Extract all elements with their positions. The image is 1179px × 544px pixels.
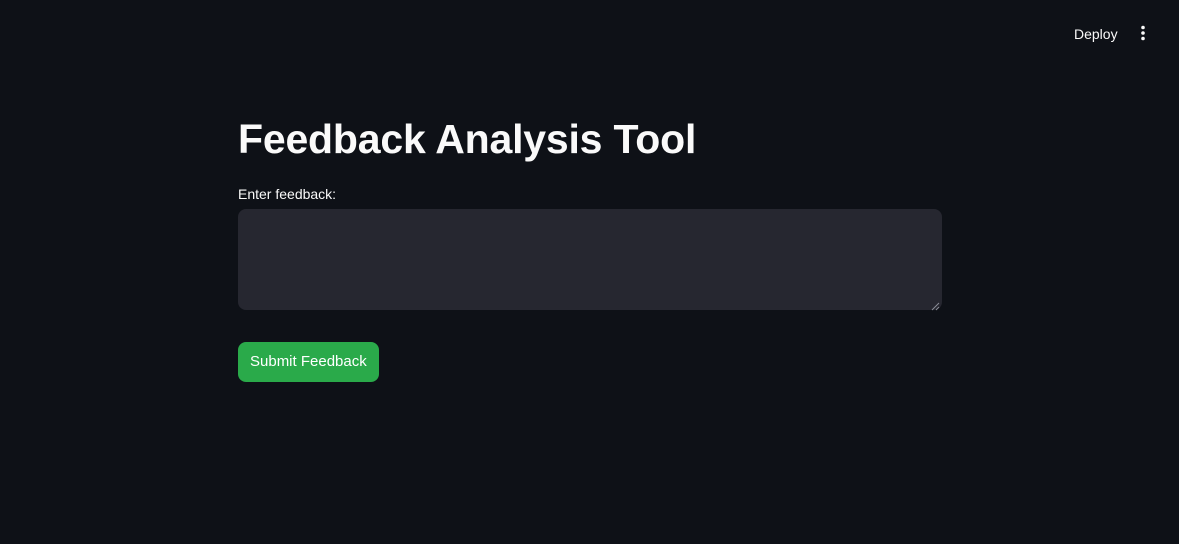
app-header: Deploy <box>0 0 1179 64</box>
feedback-textarea[interactable] <box>238 209 942 310</box>
main-content: Feedback Analysis Tool Enter feedback: S… <box>238 110 942 382</box>
feedback-textarea-container <box>238 209 942 311</box>
submit-feedback-button[interactable]: Submit Feedback <box>238 342 379 382</box>
vertical-ellipsis-icon <box>1140 25 1146 44</box>
app-root: Deploy Feedback Analysis Tool Enter feed… <box>0 0 1179 544</box>
resize-handle-icon[interactable] <box>930 298 940 311</box>
page-title: Feedback Analysis Tool <box>238 116 697 162</box>
main-menu-button[interactable] <box>1129 20 1157 48</box>
deploy-button[interactable]: Deploy <box>1064 20 1128 48</box>
feedback-label: Enter feedback: <box>238 186 337 202</box>
